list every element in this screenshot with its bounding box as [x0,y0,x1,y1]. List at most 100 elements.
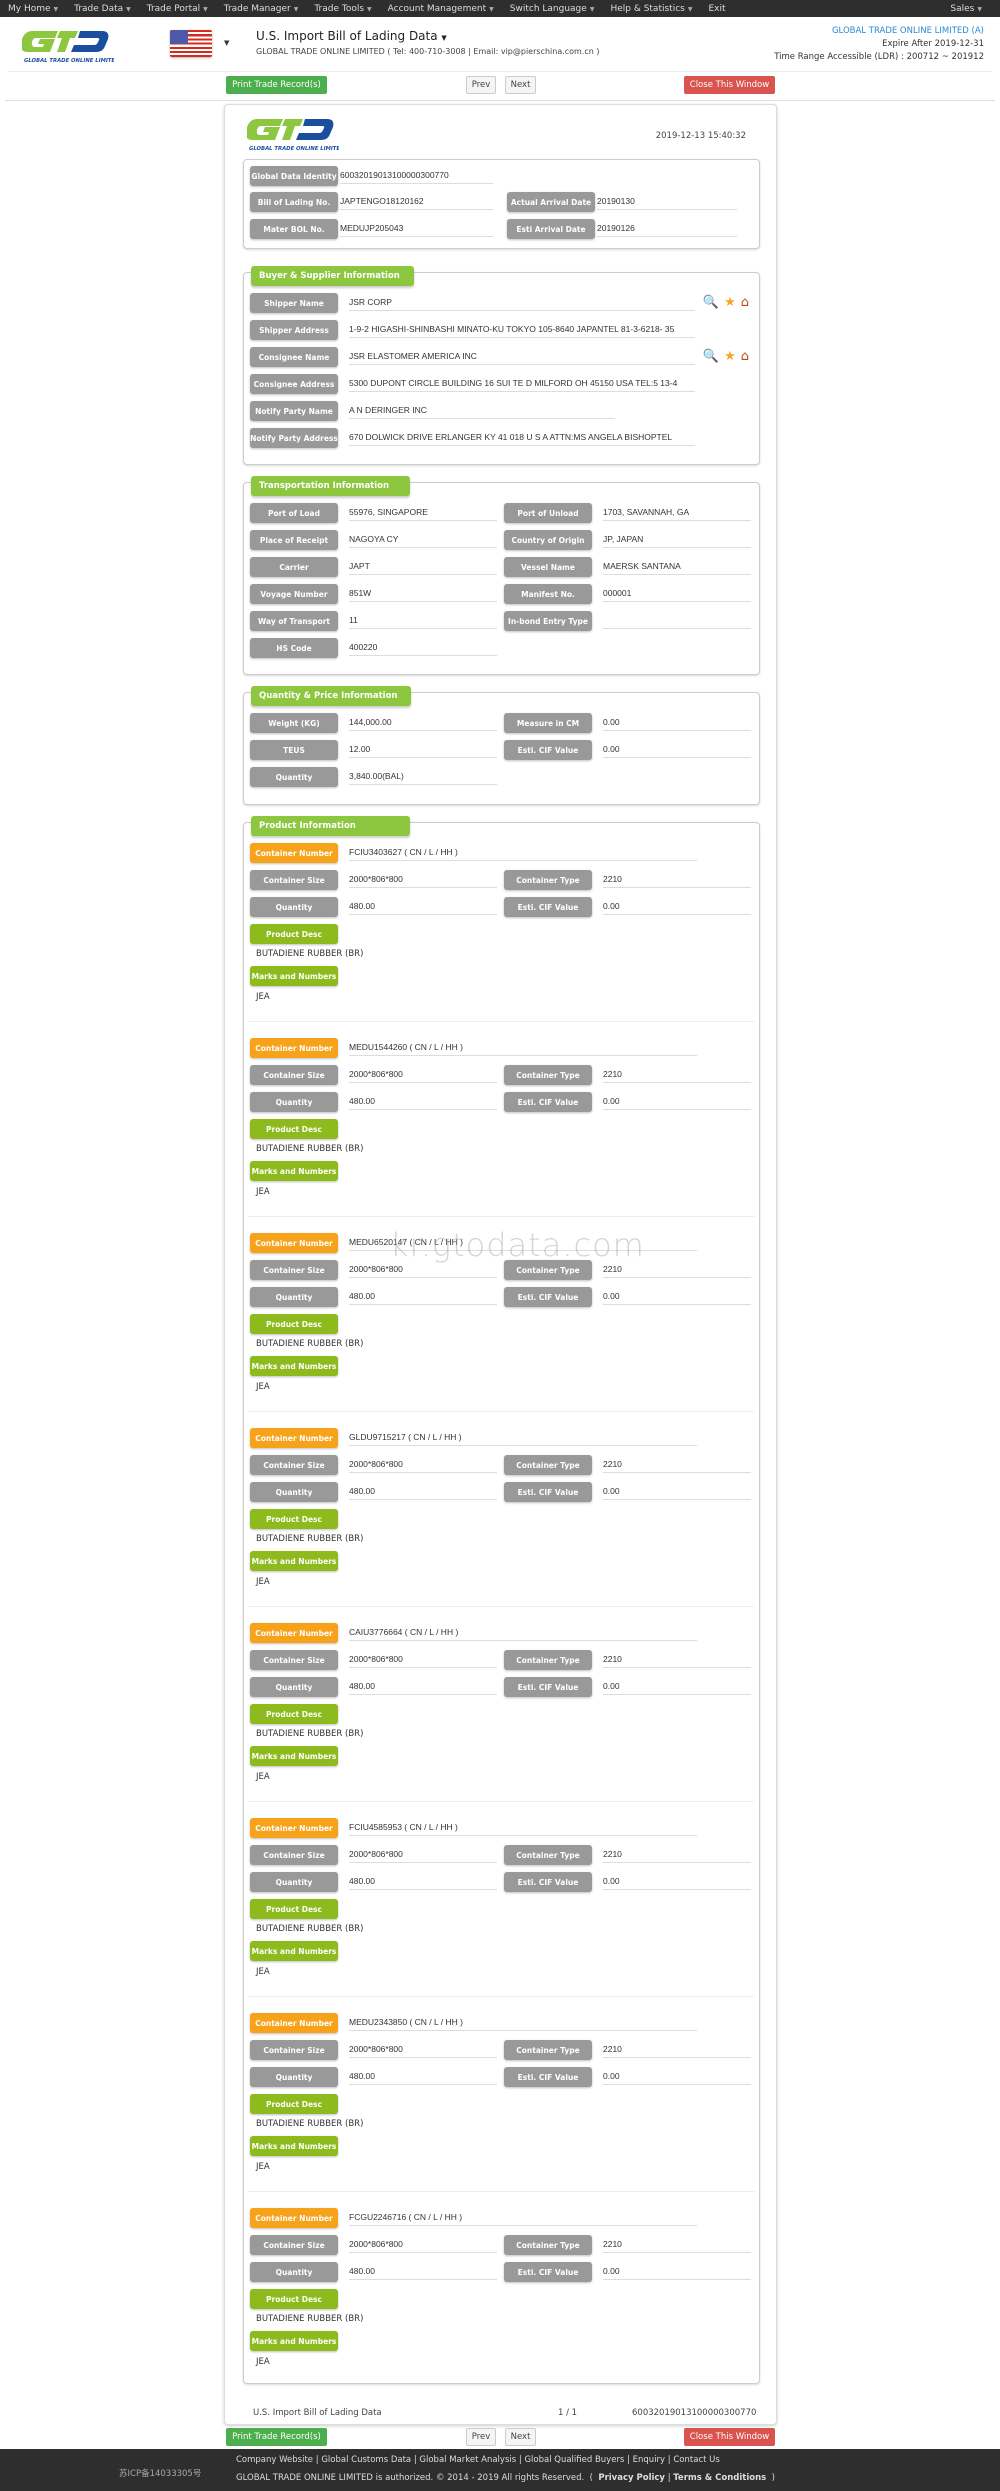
field-actual-arrival: Actual Arrival Date 20190130 [507,192,737,212]
field: Quantity 480.00 [250,1287,497,1307]
field-label: Way of Transport [250,611,338,631]
field-label: Esti. CIF Value [504,1092,592,1112]
footer-link[interactable]: Global Customs Data [321,2455,411,2465]
field: Marks and Numbers [250,1746,338,1766]
field-label: Product Desc [250,1899,338,1919]
field-value: 0.00 [603,715,751,731]
next-button[interactable]: Next [505,76,536,94]
nav-item-help-statistics[interactable]: Help & Statistics ▼ [610,4,692,14]
prev-button[interactable]: Prev [466,76,496,94]
record-actions: 🔍 ★ ⌂ [703,295,749,310]
identity-box: Global Data Identity 6003201901310000030… [243,159,760,249]
field-label: Shipper Address [250,320,338,340]
terms-link[interactable]: Terms & Conditions [673,2473,766,2483]
home-icon[interactable]: ⌂ [741,349,749,364]
star-icon[interactable]: ★ [724,349,736,364]
field-value: 0.00 [603,1679,751,1695]
field: Container Number MEDU6520147 ( CN / L / H… [250,1233,697,1253]
field: Quantity 480.00 [250,1092,497,1112]
section-title: Buyer & Supplier Information [251,266,414,286]
nav-item-trade-tools[interactable]: Trade Tools ▼ [314,4,371,14]
field-label: Container Type [504,1650,592,1670]
field: Esti. CIF Value 0.00 [504,2067,751,2087]
nav-item-label: Trade Tools [314,3,365,14]
field-value: 3,840.00(BAL) [349,769,497,785]
page-indicator: 1 / 1 [558,2408,578,2418]
gto-logo[interactable]: GLOBAL TRADE ONLINE LIMITED [20,27,120,65]
close-window-button[interactable]: Close This Window [684,76,775,94]
nav-sales-label: Sales [950,3,975,14]
section-title: Product Information [251,816,410,836]
field: Product Desc [250,1899,338,1919]
footer-link[interactable]: Enquiry [633,2455,665,2465]
nav-item-trade-manager[interactable]: Trade Manager ▼ [224,4,299,14]
nav-item-exit[interactable]: Exit [708,4,725,14]
prev-button-bottom[interactable]: Prev [466,2428,496,2446]
field-label: Container Number [250,2208,338,2228]
marks-and-numbers: JEA [256,1187,270,1197]
print-button[interactable]: Print Trade Record(s) [226,76,327,94]
footer-link[interactable]: Global Qualified Buyers [524,2455,624,2465]
field-value: 480.00 [349,1289,497,1305]
field: Carrier JAPT [250,557,497,577]
field-label: Product Desc [250,1704,338,1724]
field-esti-arrival: Esti Arrival Date 20190126 [507,219,737,239]
nav-sales[interactable]: Sales ▼ [950,4,982,14]
flag-caret-down-icon[interactable]: ▼ [224,39,229,47]
field-value: 20190126 [597,221,737,237]
field-value: 2000*806*800 [349,1457,497,1473]
svg-text:GLOBAL TRADE ONLINE LIMITED: GLOBAL TRADE ONLINE LIMITED [249,146,339,152]
container-divider [248,1216,755,1217]
field-label: Container Size [250,2235,338,2255]
footer-link[interactable]: Company Website [236,2455,313,2465]
field-value: 5300 DUPONT CIRCLE BUILDING 16 SUI TE D … [349,376,695,392]
nav-item-trade-portal[interactable]: Trade Portal ▼ [147,4,208,14]
product-desc: BUTADIENE RUBBER (BR) [256,1729,364,1739]
field-label: Voyage Number [250,584,338,604]
field-label: Mater BOL No. [250,219,338,239]
print-button-bottom[interactable]: Print Trade Record(s) [226,2428,327,2446]
field-label: Esti. CIF Value [504,2067,592,2087]
nav-item-account-management[interactable]: Account Management ▼ [388,4,494,14]
field-label: Container Type [504,1065,592,1085]
field-label: Container Type [504,1455,592,1475]
nav-item-trade-data[interactable]: Trade Data ▼ [74,4,131,14]
nav-item-label: Exit [708,3,726,14]
next-button-bottom[interactable]: Next [505,2428,536,2446]
home-icon[interactable]: ⌂ [741,295,749,310]
field-label: TEUS [250,740,338,760]
field-label: Marks and Numbers [250,1551,338,1571]
footer-link[interactable]: Global Market Analysis [419,2455,516,2465]
field: Measure in CM 0.00 [504,713,751,733]
time-range: Time Range Accessible (LDR) : 200712 ~ 2… [774,52,984,62]
field: Notify Party Name A N DERINGER INC [250,401,615,421]
field-value: MEDU1544260 ( CN / L / HH ) [349,1040,697,1056]
field-label: Actual Arrival Date [507,192,595,212]
nav-item-switch-language[interactable]: Switch Language ▼ [510,4,595,14]
nav-item-my-home[interactable]: My Home ▼ [8,4,58,14]
field: Container Size 2000*806*800 [250,1455,497,1475]
nav-item-label: Trade Manager [223,3,291,14]
field: Marks and Numbers [250,1551,338,1571]
field-label: Quantity [250,1482,338,1502]
top-button-bar: Print Trade Record(s) Prev Next Close Th… [0,76,1000,100]
field-label: Marks and Numbers [250,1161,338,1181]
close-window-button-bottom[interactable]: Close This Window [684,2428,775,2446]
us-flag-icon[interactable] [170,30,212,57]
field-value: 480.00 [349,1094,497,1110]
caret-down-icon: ▼ [589,5,595,13]
search-icon[interactable]: 🔍 [703,349,719,364]
container-divider [248,1021,755,1022]
footer-link[interactable]: Contact Us [673,2455,719,2465]
company-name[interactable]: GLOBAL TRADE ONLINE LIMITED (A) [774,25,984,38]
field-value: GLDU9715217 ( CN / L / HH ) [349,1430,697,1446]
nav-item-label: Trade Portal [146,3,201,14]
field-label: Esti. CIF Value [504,740,592,760]
field: Container Type 2210 [504,1260,751,1280]
page-title[interactable]: U.S. Import Bill of Lading Data ▼ [256,29,447,43]
privacy-policy-link[interactable]: Privacy Policy [598,2473,665,2483]
field-value: FCGU2246716 ( CN / L / HH ) [349,2210,697,2226]
star-icon[interactable]: ★ [724,295,736,310]
search-icon[interactable]: 🔍 [703,295,719,310]
field-label: Quantity [250,1287,338,1307]
